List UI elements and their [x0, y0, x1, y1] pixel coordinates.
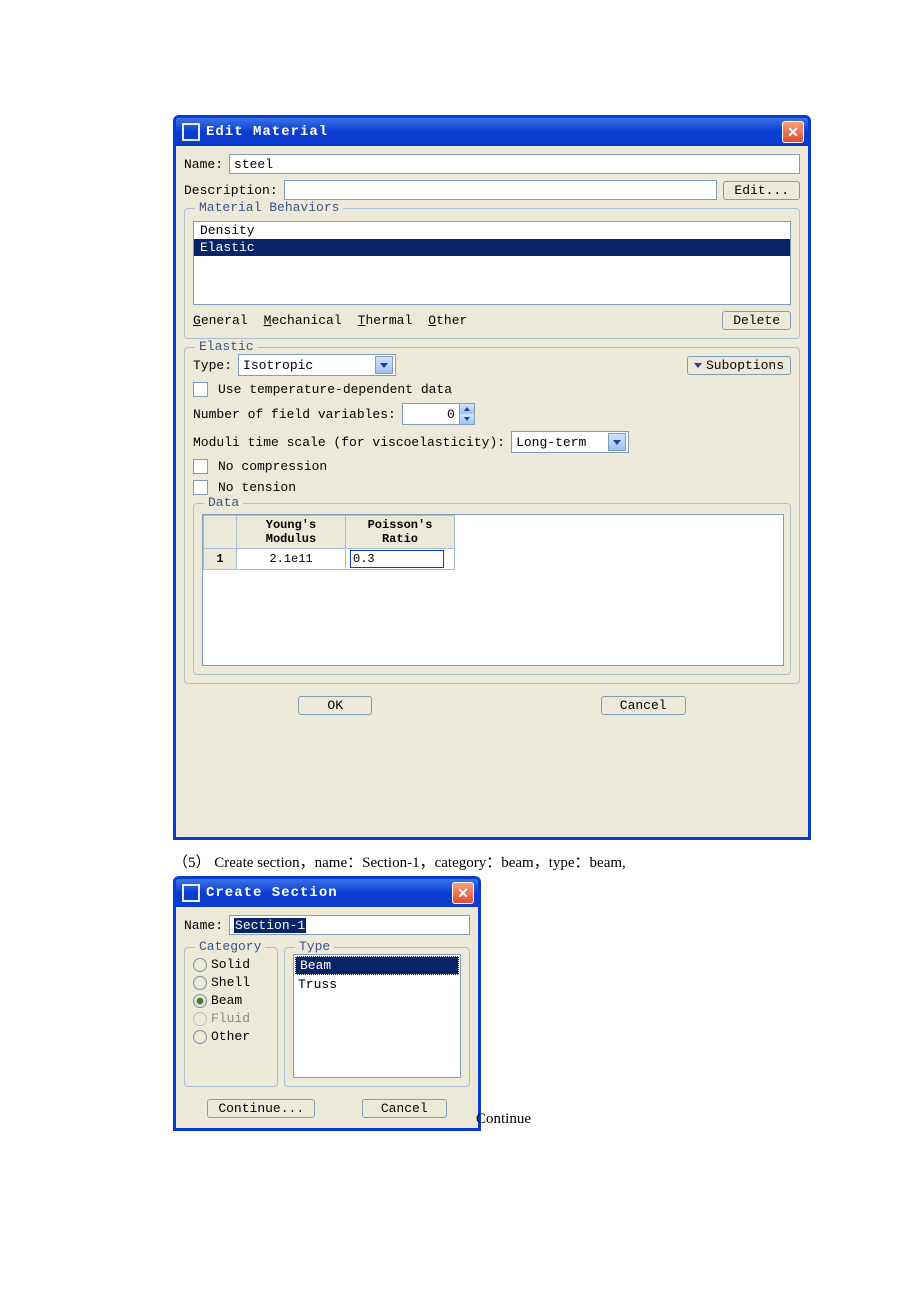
cell-youngs-modulus[interactable]: 2.1e11: [237, 549, 346, 570]
type-item-truss[interactable]: Truss: [294, 976, 460, 993]
close-icon[interactable]: ✕: [782, 121, 804, 143]
fieldvars-input[interactable]: [403, 404, 459, 424]
nocompression-label: No compression: [218, 459, 327, 474]
poisson-input[interactable]: [350, 550, 444, 568]
suboptions-button[interactable]: Suboptions: [687, 356, 791, 375]
app-icon: [182, 123, 200, 141]
chevron-down-icon[interactable]: [608, 433, 626, 451]
behaviors-list[interactable]: Density Elastic: [193, 221, 791, 305]
triangle-down-icon: [694, 363, 702, 368]
type-label: Type:: [193, 358, 232, 373]
moduli-label: Moduli time scale (for viscoelasticity):: [193, 435, 505, 450]
description-input[interactable]: [284, 180, 718, 200]
spinner-down-icon[interactable]: [459, 414, 474, 424]
fieldvars-spinner[interactable]: [402, 403, 475, 425]
radio-other[interactable]: Other: [193, 1029, 269, 1044]
data-table[interactable]: Young'sModulus Poisson'sRatio 1 2.1e11: [202, 514, 784, 666]
row-number: 1: [204, 549, 237, 570]
chevron-down-icon[interactable]: [375, 356, 393, 374]
close-icon[interactable]: ✕: [452, 882, 474, 904]
edit-material-dialog: Edit Material ✕ Name: Description: Edit.…: [173, 115, 811, 840]
delete-button[interactable]: Delete: [722, 311, 791, 330]
app-icon: [182, 884, 200, 902]
edit-description-button[interactable]: Edit...: [723, 181, 800, 200]
type-item-beam[interactable]: Beam: [295, 956, 459, 975]
nocompression-checkbox[interactable]: [193, 459, 208, 474]
moduli-select-value: Long-term: [516, 435, 604, 450]
menu-general[interactable]: General: [193, 313, 248, 328]
notension-checkbox[interactable]: [193, 480, 208, 495]
col-poissons-ratio: Poisson'sRatio: [346, 516, 455, 549]
menu-thermal[interactable]: Thermal: [358, 313, 413, 328]
spinner-up-icon[interactable]: [459, 404, 474, 414]
section-name-input[interactable]: Section-1: [229, 915, 470, 935]
data-group: Data Young'sModulus Poisson'sRatio 1 2.1…: [193, 503, 791, 675]
cancel-button[interactable]: Cancel: [362, 1099, 447, 1118]
category-group: Category Solid Shell Beam Fluid Other: [184, 947, 278, 1087]
category-legend: Category: [195, 939, 265, 954]
col-youngs-modulus: Young'sModulus: [237, 516, 346, 549]
moduli-select[interactable]: Long-term: [511, 431, 629, 453]
type-legend: Type: [295, 939, 334, 954]
menu-mechanical[interactable]: Mechanical: [264, 313, 342, 328]
name-label: Name:: [184, 157, 223, 172]
type-select-value: Isotropic: [243, 358, 371, 373]
material-behaviors-legend: Material Behaviors: [195, 200, 343, 215]
table-corner: [204, 516, 237, 549]
window-title: Create Section: [206, 885, 446, 901]
cancel-button[interactable]: Cancel: [601, 696, 686, 715]
radio-solid[interactable]: Solid: [193, 957, 269, 972]
elastic-legend: Elastic: [195, 339, 258, 354]
type-list[interactable]: Beam Truss: [293, 954, 461, 1078]
radio-beam[interactable]: Beam: [193, 993, 269, 1008]
create-section-dialog: Create Section ✕ Name: Section-1 Categor…: [173, 876, 481, 1131]
continue-button[interactable]: Continue...: [207, 1099, 315, 1118]
menu-other[interactable]: Other: [428, 313, 467, 328]
behavior-item-density[interactable]: Density: [194, 222, 790, 239]
description-label: Description:: [184, 183, 278, 198]
type-group: Type Beam Truss: [284, 947, 470, 1087]
radio-shell[interactable]: Shell: [193, 975, 269, 990]
name-input[interactable]: [229, 154, 800, 174]
titlebar[interactable]: Edit Material ✕: [176, 118, 808, 146]
ok-button[interactable]: OK: [298, 696, 372, 715]
step-caption: （5） Create section，name：Section-1，catego…: [173, 851, 626, 872]
type-select[interactable]: Isotropic: [238, 354, 396, 376]
radio-fluid: Fluid: [193, 1011, 269, 1026]
tempdep-checkbox[interactable]: [193, 382, 208, 397]
window-title: Edit Material: [206, 124, 776, 140]
cell-poissons-ratio[interactable]: [346, 549, 455, 570]
data-legend: Data: [204, 495, 243, 510]
name-label: Name:: [184, 918, 223, 933]
behavior-item-elastic[interactable]: Elastic: [194, 239, 790, 256]
elastic-group: Elastic Type: Isotropic Suboptions Us: [184, 347, 800, 684]
titlebar[interactable]: Create Section ✕: [176, 879, 478, 907]
tempdep-label: Use temperature-dependent data: [218, 382, 452, 397]
trailing-text: Continue: [476, 1111, 531, 1128]
fieldvars-label: Number of field variables:: [193, 407, 396, 422]
table-row[interactable]: 1 2.1e11: [204, 549, 455, 570]
material-behaviors-group: Material Behaviors Density Elastic Gener…: [184, 208, 800, 339]
notension-label: No tension: [218, 480, 296, 495]
